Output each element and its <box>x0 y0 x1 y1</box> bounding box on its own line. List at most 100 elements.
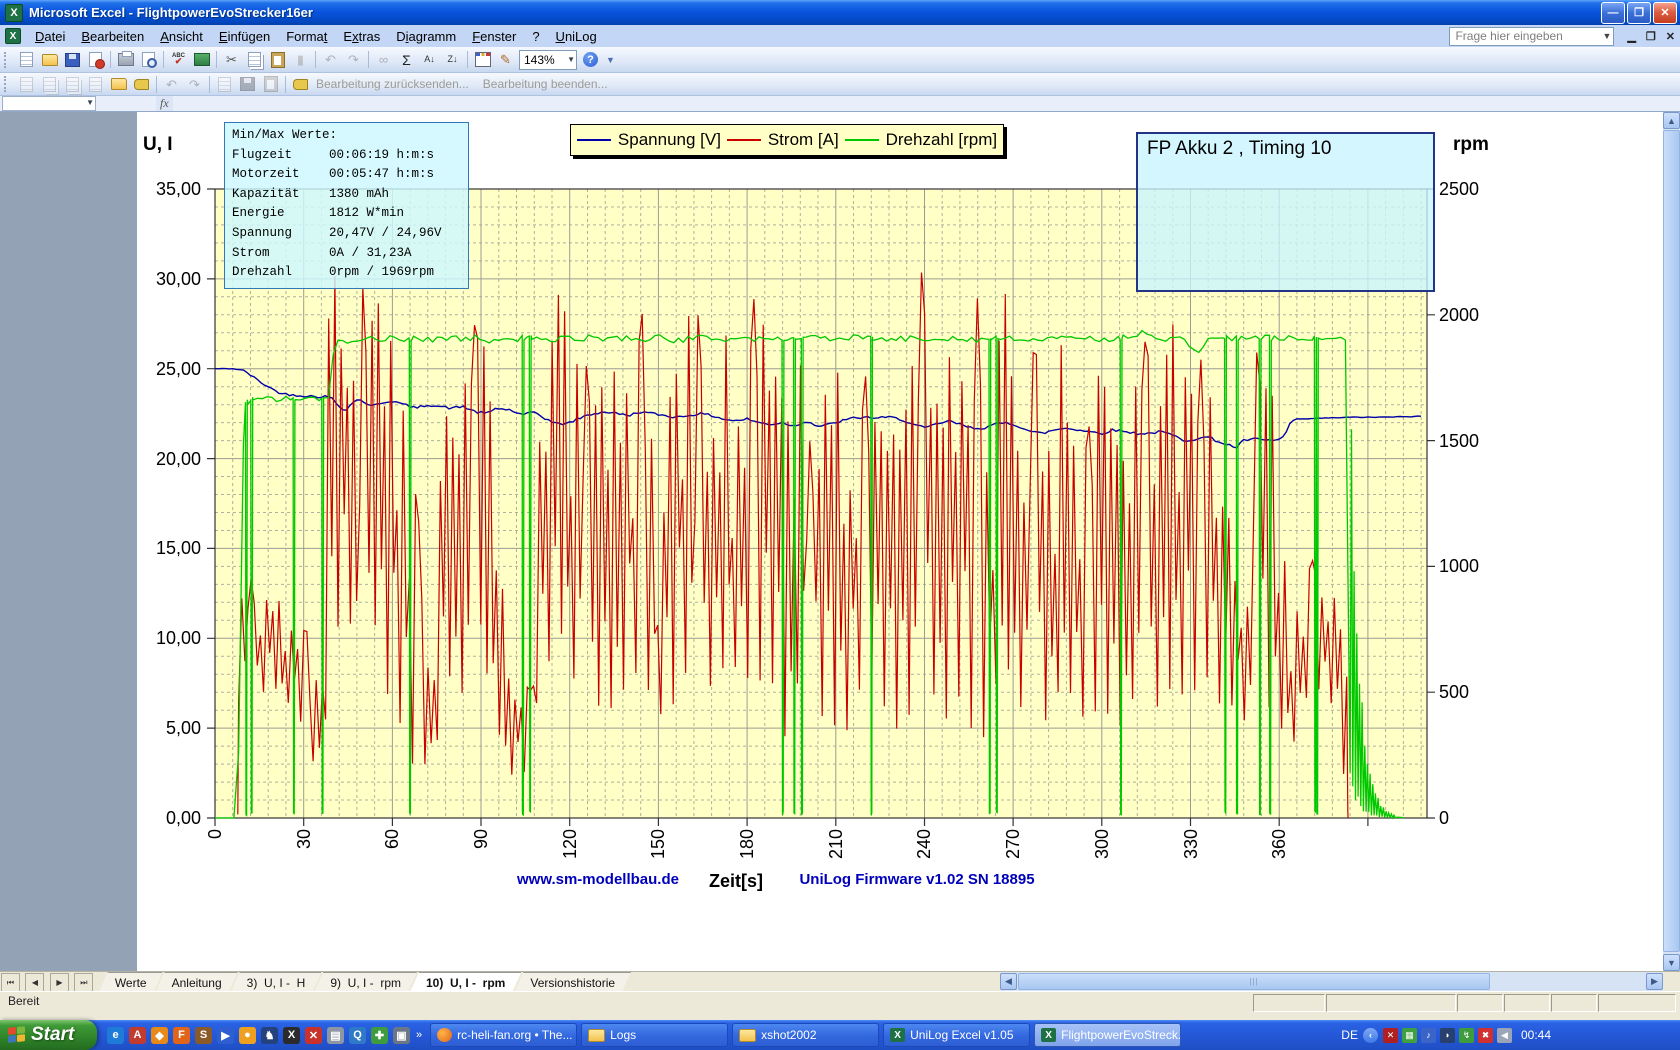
workbook-icon[interactable]: X <box>5 28 21 44</box>
fx-icon[interactable]: fx <box>156 96 173 111</box>
menu-bar: X DateiBearbeitenAnsichtEinfügenFormatEx… <box>0 25 1680 47</box>
menu-einfgen[interactable]: Einfügen <box>211 27 278 46</box>
sheet-tab-2[interactable]: Anleitung <box>156 972 238 992</box>
flame-icon[interactable]: ◆ <box>151 1027 168 1044</box>
sheet-tab-4[interactable]: 9) U, I - rpm <box>314 972 417 992</box>
name-box[interactable]: ▼ <box>2 96 96 111</box>
vertical-scrollbar[interactable]: ▲ ▼ <box>1663 112 1680 971</box>
horizontal-scroll-thumb[interactable]: ||| <box>1018 973 1490 990</box>
print-button[interactable] <box>114 49 137 70</box>
taskbar-button-1[interactable]: rc-heli-fan.org • The... <box>430 1023 577 1047</box>
alert-icon[interactable]: ✖ <box>1478 1028 1493 1043</box>
research-button[interactable] <box>190 49 213 70</box>
chart-sheet[interactable]: U, I rpm 35,0030,0025,0020,0015,0010,005… <box>137 112 1663 971</box>
toolbar-grip[interactable] <box>4 76 11 92</box>
monitor-icon[interactable]: ▣ <box>393 1027 410 1044</box>
network-icon[interactable]: ▦ <box>1402 1028 1417 1043</box>
x-red-icon[interactable]: ✕ <box>305 1027 322 1044</box>
toolbar-separator <box>285 76 286 93</box>
ie-icon[interactable]: e <box>107 1027 124 1044</box>
knight-icon[interactable]: ♞ <box>261 1027 278 1044</box>
annotation-box[interactable]: FP Akku 2 , Timing 10 <box>1136 132 1435 292</box>
mail-cancel-button[interactable] <box>130 74 153 95</box>
antivirus-icon[interactable]: ✕ <box>1383 1028 1398 1043</box>
taskbar-button-3[interactable]: xshot2002 <box>732 1023 879 1047</box>
taskbar-button-2[interactable]: Logs <box>581 1023 728 1047</box>
chart-wizard-button[interactable] <box>471 49 494 70</box>
messenger-icon[interactable]: ◗ <box>1440 1028 1455 1043</box>
tray-collapse-icon[interactable]: ‹ <box>1363 1028 1378 1043</box>
vertical-scroll-thumb[interactable] <box>1663 130 1680 952</box>
menu-ansicht[interactable]: Ansicht <box>152 27 211 46</box>
firefox-icon[interactable]: F <box>173 1027 190 1044</box>
power-icon[interactable]: ↯ <box>1459 1028 1474 1043</box>
menu-datei[interactable]: Datei <box>27 27 73 46</box>
sheet-tab-5[interactable]: 10) U, I - rpm <box>410 972 521 992</box>
open-button[interactable] <box>38 49 61 70</box>
menu-diagramm[interactable]: Diagramm <box>388 27 464 46</box>
menu-bearbeiten[interactable]: Bearbeiten <box>73 27 152 46</box>
menu-fenster[interactable]: Fenster <box>464 27 524 46</box>
sheet-tab-6[interactable]: Versionshistorie <box>514 972 631 992</box>
sheet-tab-1[interactable]: Werte <box>99 972 163 992</box>
paste-button[interactable] <box>266 49 289 70</box>
send-keys-button[interactable] <box>289 74 312 95</box>
sort-ascending-button[interactable]: A↓ <box>418 49 441 70</box>
mediaplayer-icon[interactable]: ▶ <box>217 1027 234 1044</box>
taskbar-button-5[interactable]: XFlightpowerEvoStreck... <box>1034 1023 1181 1047</box>
copy-yellow-button[interactable] <box>107 74 130 95</box>
copy-button[interactable] <box>243 49 266 70</box>
language-indicator[interactable]: DE <box>1341 1028 1358 1042</box>
drawing-button[interactable]: ✎ <box>494 49 517 70</box>
spelling-button[interactable]: ABC✔ <box>167 49 190 70</box>
sheet-tab-3[interactable]: 3) U, I - H <box>231 972 322 992</box>
volume-icon[interactable]: ◀ <box>1497 1028 1512 1043</box>
scroll-up-icon[interactable]: ▲ <box>1663 112 1680 129</box>
print-preview-button[interactable] <box>137 49 160 70</box>
q-icon[interactable]: Q <box>349 1027 366 1044</box>
sheet-close-icon[interactable]: ✕ <box>1666 30 1675 43</box>
prev-sheet-button[interactable]: ◀ <box>25 973 44 992</box>
menu-unilog[interactable]: UniLog <box>548 27 605 46</box>
new-document-button[interactable] <box>15 49 38 70</box>
save-button[interactable] <box>61 49 84 70</box>
scroll-right-icon[interactable]: ▶ <box>1646 973 1663 990</box>
first-sheet-button[interactable]: ⏮ <box>1 973 20 992</box>
quick-launch-more-icon[interactable]: » <box>416 1029 422 1041</box>
cut-button[interactable]: ✂ <box>220 49 243 70</box>
sepia-icon[interactable]: S <box>195 1027 212 1044</box>
menu-?[interactable]: ? <box>524 27 547 46</box>
last-sheet-button[interactable]: ⏭ <box>74 973 93 992</box>
chart-legend[interactable]: Spannung [V]Strom [A]Drehzahl [rpm] <box>570 124 1004 156</box>
zoom-input[interactable]: 143%▼ <box>519 50 577 70</box>
media-icon[interactable]: ♪ <box>1421 1028 1436 1043</box>
acrobat-icon[interactable]: A <box>129 1027 146 1044</box>
green-cross-icon[interactable]: ✚ <box>371 1027 388 1044</box>
toolbar-grip[interactable] <box>4 52 11 68</box>
close-button[interactable]: ✕ <box>1653 2 1677 24</box>
x-black-icon[interactable]: X <box>283 1027 300 1044</box>
scroll-left-icon[interactable]: ◀ <box>1000 973 1017 990</box>
document-icon[interactable]: ▤ <box>327 1027 344 1044</box>
restore-button[interactable]: ❐ <box>1627 2 1651 24</box>
minmax-info-box[interactable]: Min/Max Werte: Flugzeit00:06:19 h:m:sMot… <box>224 122 469 289</box>
legend-entry: Drehzahl [rpm] <box>845 130 997 150</box>
sort-descending-button[interactable]: Z↓ <box>441 49 464 70</box>
question-input[interactable]: Frage hier eingeben ▼ <box>1449 27 1614 46</box>
start-button[interactable]: Start <box>0 1020 97 1050</box>
toolbar-options-icon[interactable]: ▼ <box>604 50 617 69</box>
orange-ball-icon[interactable]: ● <box>239 1027 256 1044</box>
scroll-down-icon[interactable]: ▼ <box>1663 954 1680 971</box>
taskbar-button-4[interactable]: XUniLog Excel v1.05 <box>883 1023 1030 1047</box>
horizontal-scrollbar[interactable]: ◀ ||| ▶ <box>1000 972 1663 991</box>
next-sheet-button[interactable]: ▶ <box>50 973 69 992</box>
sheet-restore-icon[interactable]: ❐ <box>1646 30 1656 43</box>
autosum-button[interactable]: Σ <box>395 49 418 70</box>
menu-extras[interactable]: Extras <box>335 27 388 46</box>
menu-format[interactable]: Format <box>278 27 335 46</box>
minimize-button[interactable]: — <box>1601 2 1625 24</box>
permission-button[interactable] <box>84 49 107 70</box>
sheet-minimize-icon[interactable]: ▁ <box>1627 30 1635 43</box>
help-button[interactable]: ? <box>579 49 602 70</box>
website-link[interactable]: www.sm-modellbau.de <box>517 871 679 888</box>
